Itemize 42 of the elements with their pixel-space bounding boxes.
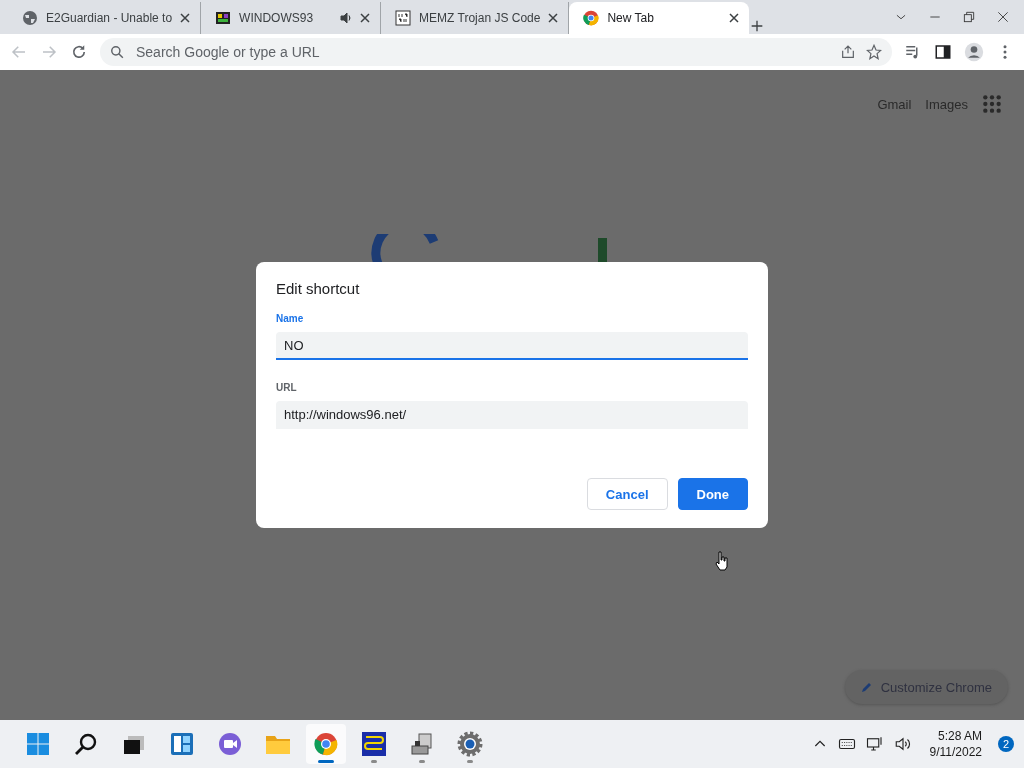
close-icon[interactable] — [548, 13, 559, 23]
chrome-icon — [314, 732, 338, 756]
address-bar[interactable]: Search Google or type a URL — [100, 38, 892, 66]
computer-icon — [410, 732, 434, 756]
restore-icon[interactable] — [962, 10, 976, 24]
apps-grid-icon[interactable] — [982, 94, 1002, 114]
hand-cursor-icon — [715, 551, 729, 571]
browser-tab[interactable]: New Tab — [569, 2, 750, 34]
chrome-icon — [583, 10, 600, 26]
field-label: URL — [276, 382, 297, 393]
volume-icon[interactable] — [893, 735, 912, 753]
profile-icon[interactable] — [964, 42, 984, 62]
close-icon[interactable] — [360, 13, 371, 23]
clock-date: 9/11/2022 — [929, 744, 982, 760]
text-field[interactable]: http://windows96.net/ — [276, 401, 748, 429]
dialog-button[interactable]: Cancel — [586, 478, 668, 510]
settings-icon — [457, 731, 483, 757]
close-icon[interactable] — [180, 13, 191, 23]
network-icon[interactable] — [865, 735, 884, 753]
field-label: Name — [276, 313, 304, 324]
close-icon[interactable] — [996, 10, 1010, 24]
circuit-icon — [361, 731, 387, 757]
clock-time: 5:28 AM — [937, 728, 982, 744]
dialog-button[interactable]: Done — [677, 478, 748, 510]
widgets-icon — [170, 732, 194, 756]
speaker-icon[interactable] — [340, 12, 353, 24]
search-icon — [110, 45, 124, 59]
windows-icon — [26, 732, 50, 756]
text-field[interactable]: NO — [276, 332, 748, 360]
app-icon — [215, 10, 232, 26]
chat-icon — [218, 732, 242, 756]
pencil-icon — [860, 681, 873, 693]
code-file-icon — [395, 10, 412, 26]
close-icon[interactable] — [729, 13, 740, 23]
globe-icon — [22, 10, 38, 26]
reload-icon[interactable] — [70, 43, 88, 61]
notification-badge[interactable]: 2 — [998, 736, 1014, 752]
bookmark-star-icon[interactable] — [866, 44, 882, 60]
search-icon — [74, 732, 98, 756]
dialog-title: Edit shortcut — [276, 280, 361, 297]
share-icon[interactable] — [840, 44, 856, 60]
side-panel-icon[interactable] — [934, 43, 952, 61]
